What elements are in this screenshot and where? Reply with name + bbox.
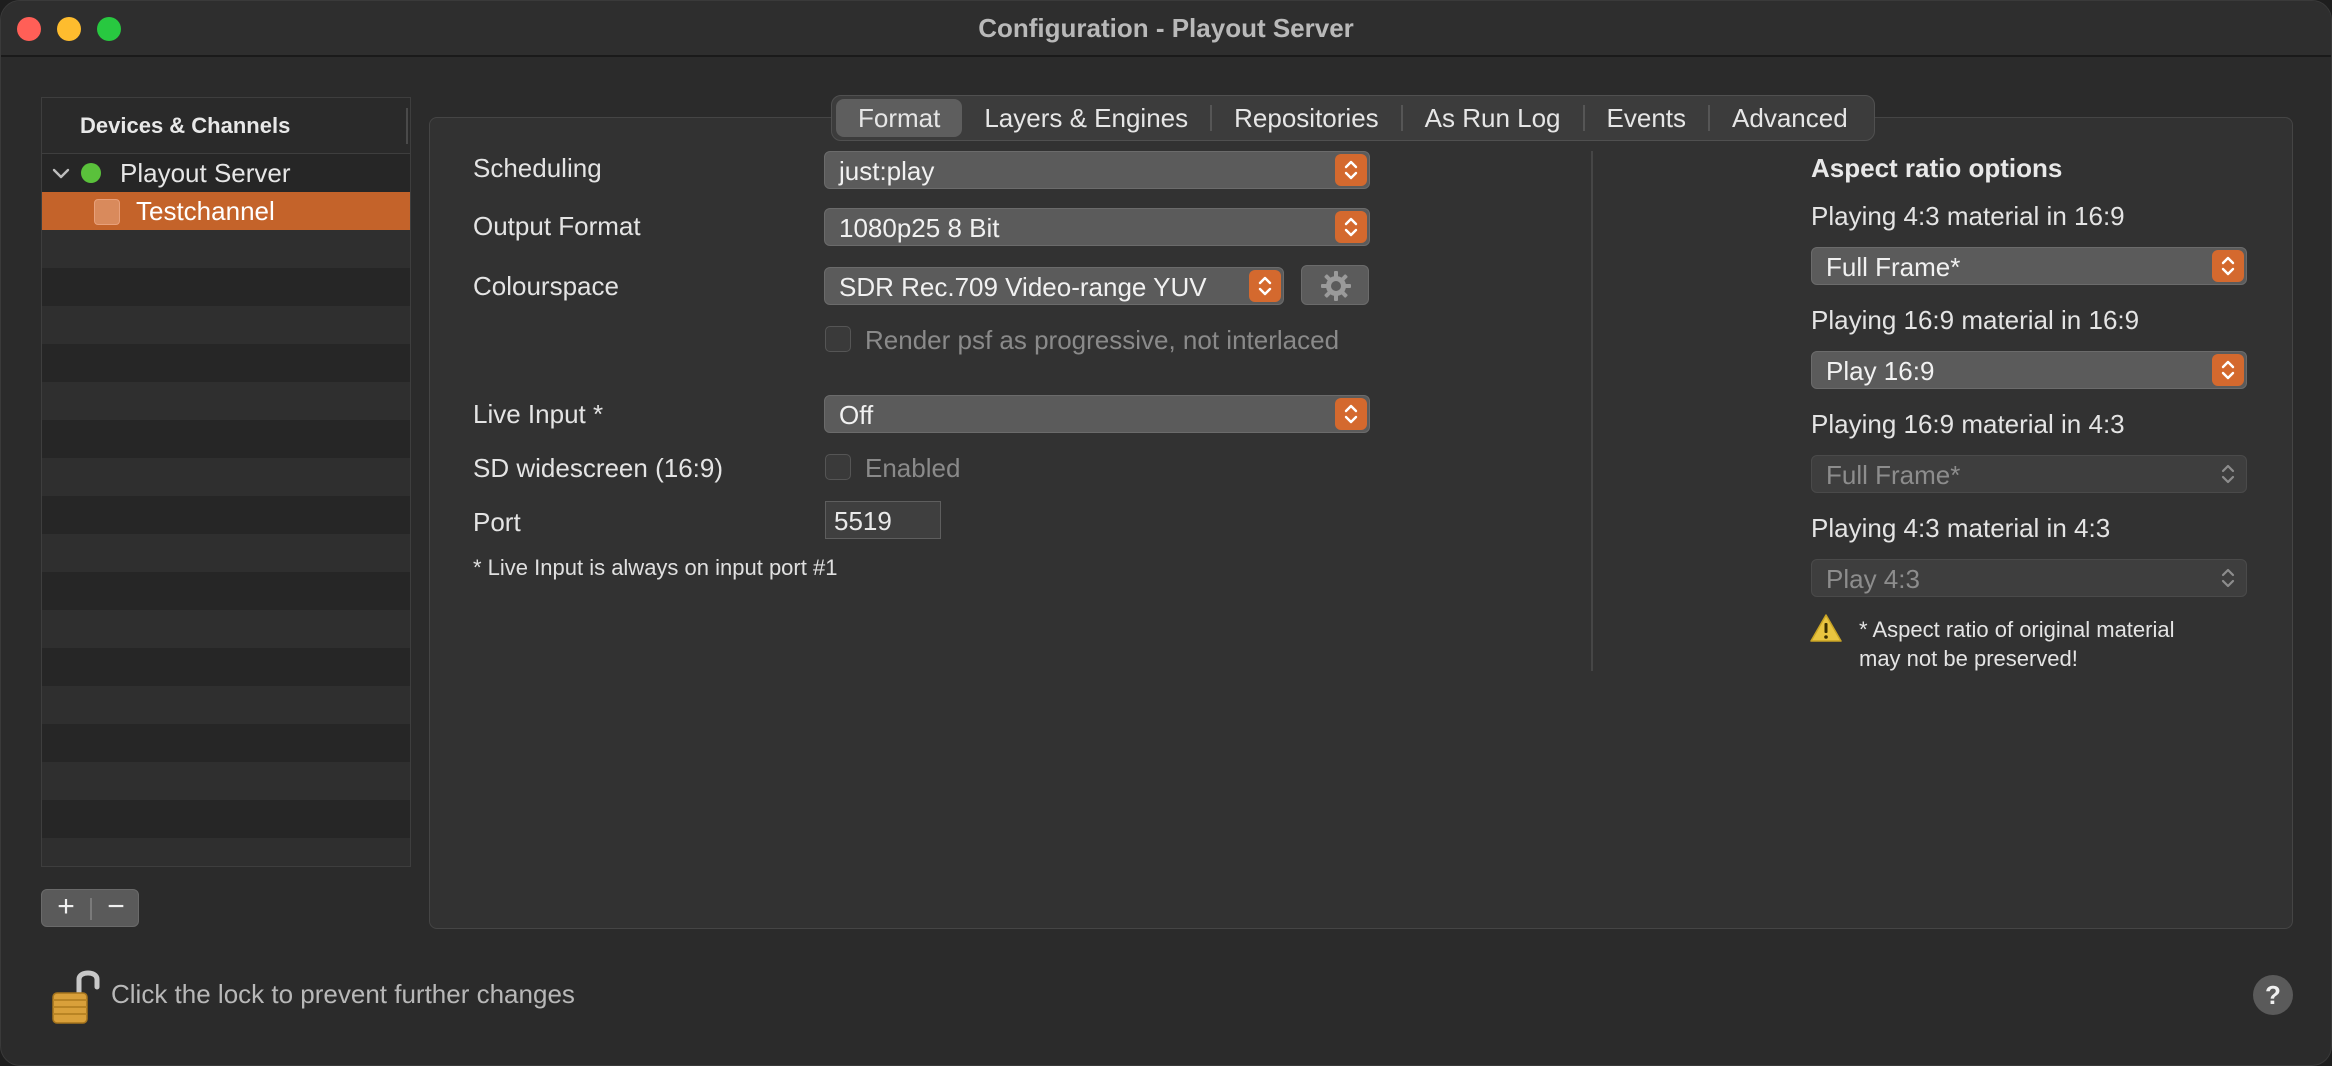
up-down-arrows-icon xyxy=(1335,154,1367,186)
scheduling-label: Scheduling xyxy=(473,153,602,183)
port-label: Port xyxy=(473,507,521,537)
help-button[interactable]: ? xyxy=(2253,975,2293,1015)
live-input-note: * Live Input is always on input port #1 xyxy=(473,555,838,580)
window-title: Configuration - Playout Server xyxy=(978,13,1354,43)
render-psf-label: Render psf as progressive, not interlace… xyxy=(865,325,1340,355)
render-psf-checkbox[interactable] xyxy=(825,326,851,352)
list-row-empty xyxy=(42,838,410,866)
up-down-arrows-icon xyxy=(1335,211,1367,243)
lock-hint: Click the lock to prevent further change… xyxy=(111,979,575,1009)
up-down-arrows-icon xyxy=(1249,270,1281,302)
sidebar-header-label: Devices & Channels xyxy=(80,113,291,138)
tab-events[interactable]: Events xyxy=(1585,99,1709,137)
live-input-select[interactable]: Off xyxy=(824,395,1370,433)
scheduling-select[interactable]: just:play xyxy=(824,151,1370,189)
remove-device-button[interactable]: − xyxy=(92,890,140,926)
colourspace-label: Colourspace xyxy=(473,271,619,301)
aspect-ratio-title: Aspect ratio options xyxy=(1811,153,2063,183)
sidebar-item-label: Playout Server xyxy=(120,158,291,188)
aspect-16-9-in-16-9-select[interactable]: Play 16:9 xyxy=(1811,351,2247,389)
sidebar-item-label: Testchannel xyxy=(136,196,275,226)
aspect-16-9-in-4-3-select: Full Frame* xyxy=(1811,455,2247,493)
tab-bar: Format Layers & Engines Repositories As … xyxy=(831,95,1875,141)
up-down-arrows-icon xyxy=(2212,562,2244,594)
aspect-option-label: Playing 16:9 material in 16:9 xyxy=(1811,305,2140,335)
up-down-arrows-icon xyxy=(1335,398,1367,430)
aspect-option-label: Playing 16:9 material in 4:3 xyxy=(1811,409,2125,439)
list-row-empty xyxy=(42,306,410,344)
live-input-label: Live Input * xyxy=(473,399,604,429)
port-value: 5519 xyxy=(834,506,892,536)
up-down-arrows-icon xyxy=(2212,250,2244,282)
add-remove-control: + − xyxy=(41,889,139,927)
aspect-warning-line: * Aspect ratio of original material xyxy=(1859,617,2175,642)
column-resize-handle[interactable] xyxy=(406,108,408,144)
list-row-empty xyxy=(42,230,410,268)
tab-layers-engines[interactable]: Layers & Engines xyxy=(962,99,1210,137)
sidebar-item-playout-server[interactable]: Playout Server xyxy=(42,154,410,192)
tab-repositories[interactable]: Repositories xyxy=(1212,99,1401,137)
colourspace-value: SDR Rec.709 Video-range YUV xyxy=(839,272,1207,302)
aspect-option-value: Play 16:9 xyxy=(1826,356,1935,386)
aspect-warning-line: may not be preserved! xyxy=(1859,646,2078,671)
colourspace-settings-button[interactable] xyxy=(1301,265,1369,305)
title-bar: Configuration - Playout Server xyxy=(1,1,2331,57)
sd-widescreen-checkbox-label: Enabled xyxy=(865,453,961,483)
scheduling-value: just:play xyxy=(839,156,935,186)
aspect-option-label: Playing 4:3 material in 4:3 xyxy=(1811,513,2111,543)
aspect-option-label: Playing 4:3 material in 16:9 xyxy=(1811,201,2125,231)
up-down-arrows-icon xyxy=(2212,458,2244,490)
sd-widescreen-checkbox[interactable] xyxy=(825,454,851,480)
section-divider xyxy=(1591,151,1593,671)
channel-icon xyxy=(94,199,120,225)
live-input-value: Off xyxy=(839,400,874,430)
output-format-select[interactable]: 1080p25 8 Bit xyxy=(824,208,1370,246)
list-row-empty xyxy=(42,382,410,420)
gear-icon xyxy=(1321,271,1351,301)
aspect-option-value: Full Frame* xyxy=(1826,460,1961,490)
aspect-warning-text: * Aspect ratio of original material may … xyxy=(1859,615,2279,673)
colourspace-select[interactable]: SDR Rec.709 Video-range YUV xyxy=(824,267,1284,305)
aspect-4-3-in-4-3-select: Play 4:3 xyxy=(1811,559,2247,597)
chevron-down-icon[interactable] xyxy=(50,162,72,184)
warning-icon xyxy=(1810,614,1842,642)
config-window: Configuration - Playout Server Devices &… xyxy=(0,0,2332,1066)
list-row-empty xyxy=(42,458,410,496)
aspect-4-3-in-16-9-select[interactable]: Full Frame* xyxy=(1811,247,2247,285)
list-row-empty xyxy=(42,610,410,648)
add-device-button[interactable]: + xyxy=(42,890,90,926)
status-dot-icon xyxy=(81,163,101,183)
list-row-empty xyxy=(42,762,410,800)
output-format-label: Output Format xyxy=(473,211,641,241)
tab-format[interactable]: Format xyxy=(836,99,963,137)
unlocked-lock-icon[interactable] xyxy=(49,965,103,1027)
aspect-option-value: Full Frame* xyxy=(1826,252,1961,282)
sidebar-header: Devices & Channels xyxy=(42,98,410,154)
tab-as-run-log[interactable]: As Run Log xyxy=(1403,99,1583,137)
list-row-empty xyxy=(42,686,410,724)
output-format-value: 1080p25 8 Bit xyxy=(839,213,1000,243)
sidebar-item-testchannel[interactable]: Testchannel xyxy=(42,192,410,230)
up-down-arrows-icon xyxy=(2212,354,2244,386)
aspect-option-value: Play 4:3 xyxy=(1826,564,1920,594)
devices-sidebar: Devices & Channels Playout Server Testch… xyxy=(41,97,411,867)
sd-widescreen-label: SD widescreen (16:9) xyxy=(473,453,723,483)
list-row-empty xyxy=(42,534,410,572)
port-input[interactable]: 5519 xyxy=(825,501,941,539)
tab-advanced[interactable]: Advanced xyxy=(1710,99,1870,137)
